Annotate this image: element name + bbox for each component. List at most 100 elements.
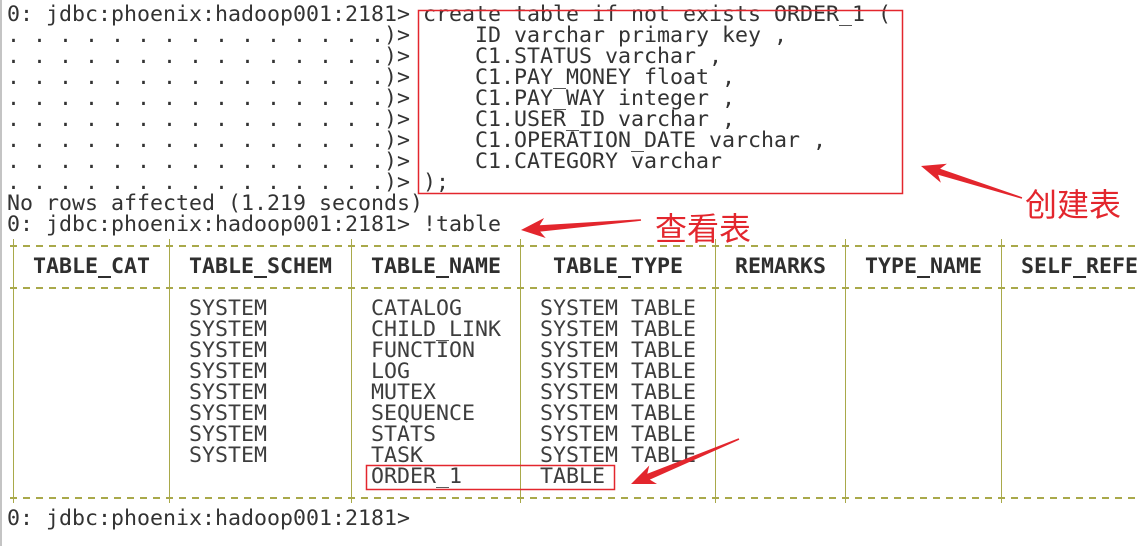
table-cell: SYSTEM TABLE — [540, 421, 697, 447]
terminal-line: . . . . . . . . . . . . . . .)>); — [7, 169, 1139, 195]
table-cell — [20, 361, 163, 382]
table-cell: SYSTEM TABLE — [540, 400, 697, 426]
terminal-line: . . . . . . . . . . . . . . .)> C1.OPERAT… — [7, 129, 1139, 151]
table-cell — [176, 466, 345, 487]
table-cell: SYSTEM — [189, 358, 268, 384]
table-cell: TABLE — [540, 463, 606, 489]
table-row: SYSTEM MUTEX SYSTEM TABLE — [7, 379, 1139, 405]
table-header-row: TABLE_CAT TABLE_SCHEM TABLE_NAME TABLE_TYPE… — [7, 253, 1139, 279]
column-header: TABLE_SCHEM — [189, 253, 333, 279]
terminal-line: . . . . . . . . . . . . . . .)> C1.PAY_WA… — [7, 87, 1139, 109]
table-cell — [722, 319, 839, 340]
table-cell: SYSTEM — [189, 379, 268, 405]
window-edge — [0, 0, 2, 546]
table-cell: SYSTEM — [189, 400, 268, 426]
table-row: SYSTEM LOG SYSTEM TABLE — [7, 358, 1139, 384]
table-cell: SYSTEM TABLE — [540, 337, 697, 363]
table-row: SYSTEM TASK SYSTEM TABLE — [7, 442, 1139, 468]
table-cell: SYSTEM — [189, 442, 268, 468]
table-cell: SYSTEM — [189, 337, 268, 363]
column-header: SELF_REFE — [1021, 253, 1139, 279]
table-cell — [1008, 445, 1139, 466]
table-cell — [20, 424, 163, 445]
table-cell — [1008, 319, 1139, 340]
table-cell: SYSTEM TABLE — [540, 295, 697, 321]
table-cell: LOG — [371, 358, 411, 384]
result-table: TABLE_CAT TABLE_SCHEM TABLE_NAME TABLE_TYPE… — [7, 235, 1139, 508]
table-cell: SYSTEM TABLE — [540, 442, 697, 468]
table-border-line — [7, 496, 1139, 499]
table-cell — [852, 340, 995, 361]
table-cell: SYSTEM — [189, 421, 268, 447]
table-cell: SYSTEM TABLE — [540, 316, 697, 342]
terminal-line: 0: jdbc:phoenix:hadoop001:2181> !table — [7, 211, 1139, 237]
terminal-line: . . . . . . . . . . . . . . .)> C1.STATUS… — [7, 45, 1139, 67]
table-cell — [722, 340, 839, 361]
column-header: TABLE_TYPE — [552, 253, 683, 279]
sql-text: ); — [423, 169, 450, 195]
table-cell — [1008, 424, 1139, 445]
table-border — [7, 235, 1139, 256]
table-cell — [852, 403, 995, 424]
table-cell — [1008, 403, 1139, 424]
table-cell — [722, 466, 839, 487]
table-cell — [722, 298, 839, 319]
terminal-line: . . . . . . . . . . . . . . .)> ID varcha… — [7, 24, 1139, 46]
table-cell: SEQUENCE — [371, 400, 476, 426]
table-cell — [722, 361, 839, 382]
column-header: TABLE_CAT — [33, 253, 151, 279]
table-row: SYSTEM FUNCTION SYSTEM TABLE — [7, 337, 1139, 363]
table-cell — [852, 361, 995, 382]
prompt: 0: jdbc:phoenix:hadoop001:2181> — [7, 505, 411, 531]
terminal-output[interactable]: 0: jdbc:phoenix:hadoop001:2181> create ta… — [7, 3, 1139, 531]
table-border-line — [7, 244, 1139, 247]
command-input[interactable] — [423, 508, 683, 529]
table-cell — [852, 319, 995, 340]
table-cell — [722, 424, 839, 445]
table-cell — [852, 298, 995, 319]
table-cell: SYSTEM TABLE — [540, 358, 697, 384]
prompt: 0: jdbc:phoenix:hadoop001:2181> — [7, 211, 411, 237]
table-cell: MUTEX — [371, 379, 437, 405]
table-cell: SYSTEM TABLE — [540, 379, 697, 405]
table-cell — [20, 403, 163, 424]
terminal-line: 0: jdbc:phoenix:hadoop001:2181> create ta… — [7, 3, 1139, 25]
table-cell — [722, 382, 839, 403]
create-table-label: 创建表 — [1025, 186, 1122, 224]
table-cell — [1008, 298, 1139, 319]
terminal-line: . . . . . . . . . . . . . . .)> C1.PAY_MO… — [7, 66, 1139, 88]
table-cell — [20, 340, 163, 361]
terminal-line: . . . . . . . . . . . . . . .)> C1.CATEGO… — [7, 148, 1139, 174]
table-cell — [20, 298, 163, 319]
terminal-line: . . . . . . . . . . . . . . .)> C1.USER_I… — [7, 108, 1139, 130]
table-cell — [1008, 466, 1139, 487]
table-border-line — [7, 286, 1139, 289]
table-cell — [20, 319, 163, 340]
column-header: TYPE_NAME — [865, 253, 983, 279]
table-border — [7, 487, 1139, 508]
table-row: SYSTEM STATS SYSTEM TABLE — [7, 421, 1139, 447]
sql-text: C1.CATEGORY varchar — [475, 148, 723, 174]
table-cell — [722, 403, 839, 424]
table-cell: TASK — [371, 442, 424, 468]
table-cell — [1008, 382, 1139, 403]
table-cell — [20, 445, 163, 466]
column-header: TABLE_NAME — [371, 253, 502, 279]
terminal-line: 0: jdbc:phoenix:hadoop001:2181> — [7, 505, 1139, 531]
table-cell: SYSTEM — [189, 316, 268, 342]
table-row: SYSTEM SEQUENCE SYSTEM TABLE — [7, 400, 1139, 426]
table-cell — [20, 382, 163, 403]
table-cell — [852, 382, 995, 403]
table-row: SYSTEM CATALOG SYSTEM TABLE — [7, 295, 1139, 321]
table-cell: ORDER_1 — [371, 463, 463, 489]
table-row: SYSTEM CHILD_LINK SYSTEM TABLE — [7, 316, 1139, 342]
table-cell: SYSTEM — [189, 295, 268, 321]
table-cell — [852, 424, 995, 445]
table-cell — [1008, 340, 1139, 361]
table-cell — [722, 445, 839, 466]
view-tables-label: 查看表 — [655, 210, 752, 248]
result-message: No rows affected (1.219 seconds) — [7, 190, 424, 216]
table-cell: CHILD_LINK — [371, 316, 502, 342]
table-border — [7, 277, 1139, 298]
command-text: !table — [423, 211, 502, 237]
